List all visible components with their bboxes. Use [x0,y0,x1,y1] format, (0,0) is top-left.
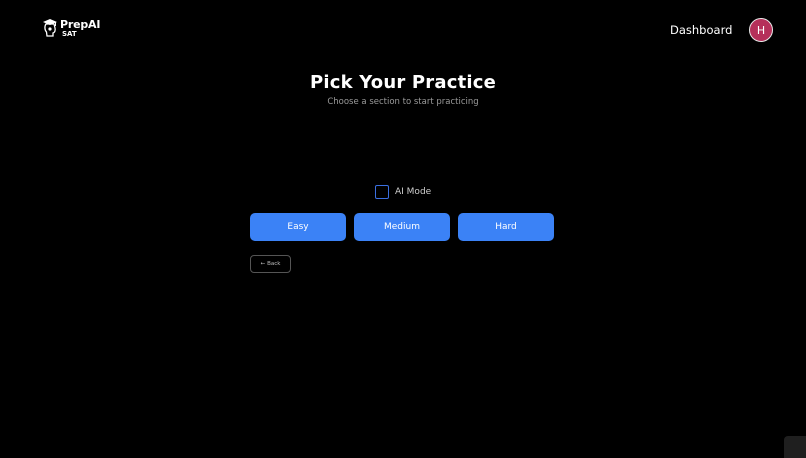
page: PrepAI SAT Dashboard H Pick Your Practic… [0,0,806,458]
avatar[interactable]: H [749,18,773,42]
ai-mode-toggle[interactable]: AI Mode [375,185,431,199]
back-label: Back [267,261,281,267]
graduation-cap-head-icon [43,19,57,37]
page-subtitle: Choose a section to start practicing [327,97,479,107]
difficulty-button-group: Easy Medium Hard [250,213,554,241]
page-title: Pick Your Practice [309,72,497,93]
hard-button[interactable]: Hard [458,213,554,241]
ai-mode-checkbox[interactable] [375,185,389,199]
back-button[interactable]: ← Back [250,255,291,273]
logo[interactable]: PrepAI SAT [43,19,100,38]
logo-name: PrepAI [60,18,101,31]
logo-subtitle: SAT [62,30,77,38]
ai-mode-label: AI Mode [395,187,432,197]
medium-button[interactable]: Medium [354,213,450,241]
easy-button[interactable]: Easy [250,213,346,241]
nav-dashboard-link[interactable]: Dashboard [670,22,732,38]
arrow-left-icon: ← [260,261,266,267]
corner-widget[interactable] [784,436,806,458]
